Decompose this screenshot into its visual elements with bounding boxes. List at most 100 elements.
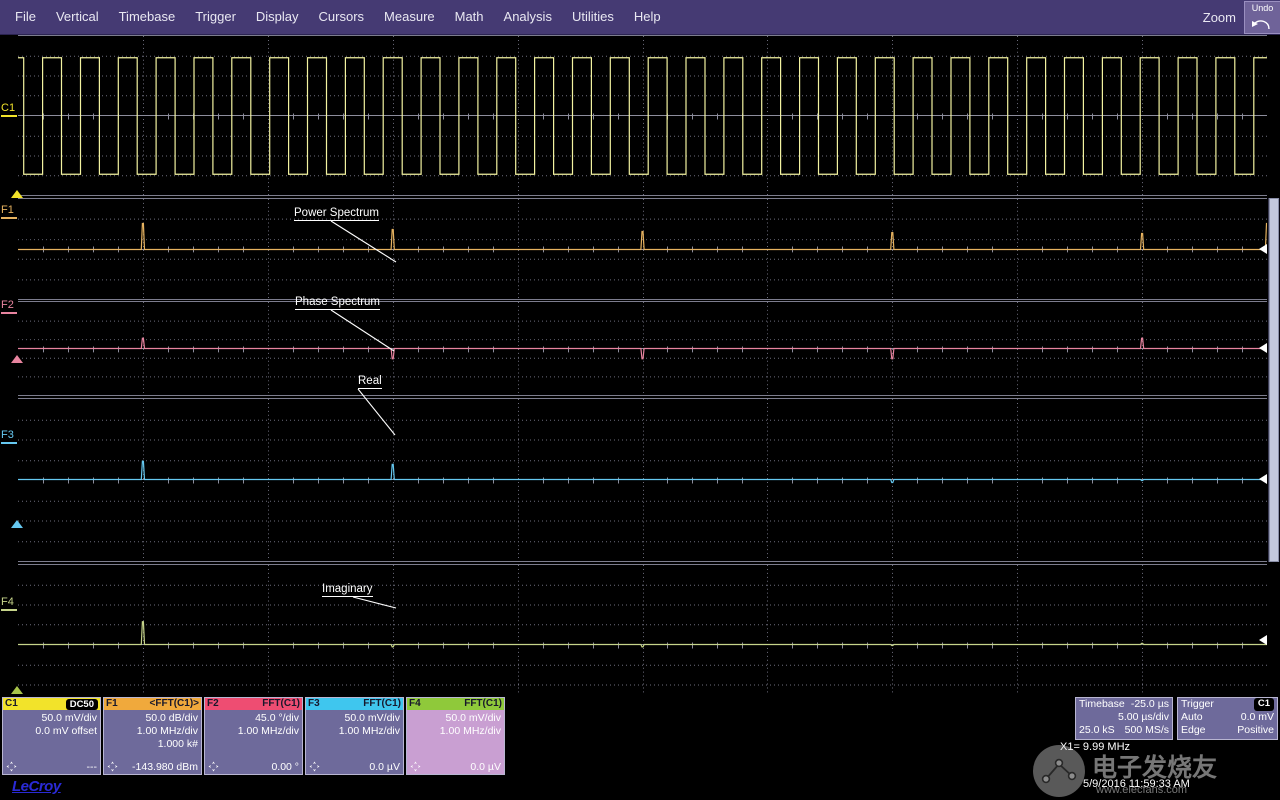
- trigger-row-mode: Auto 0.0 mV: [1178, 711, 1277, 724]
- annotation-real-text: Real: [358, 375, 382, 389]
- descriptor-f1[interactable]: F1 <FFT(C1)> 50.0 dB/div 1.00 MHz/div 1.…: [103, 697, 202, 775]
- leader-line-imaginary: [352, 596, 400, 610]
- waveform-display-area: C1 F1 F2 F3 F4: [0, 35, 1280, 695]
- timebase-panel[interactable]: Timebase -25.0 µs 5.00 µs/div 25.0 kS 50…: [1075, 697, 1173, 740]
- trigger-row-title: Trigger C1: [1178, 698, 1277, 711]
- descriptor-f1-line2: 1.00 MHz/div: [107, 725, 198, 738]
- ground-marker-f3[interactable]: [11, 520, 23, 528]
- lecroy-logo: LeCroy: [12, 778, 61, 795]
- grid-f2[interactable]: [18, 301, 1267, 396]
- trigger-mode: Auto: [1181, 711, 1203, 724]
- descriptor-f3-body: 50.0 mV/div 1.00 MHz/div: [306, 710, 403, 738]
- trigger-type: Edge: [1181, 724, 1206, 737]
- timebase-row-scale: 5.00 µs/div: [1076, 711, 1172, 724]
- level-arrow-f4[interactable]: [1259, 635, 1267, 645]
- descriptor-f4-function: FFT(C1): [464, 699, 502, 709]
- trigger-title: Trigger: [1181, 698, 1214, 711]
- menu-item-analysis[interactable]: Analysis: [495, 5, 561, 29]
- trigger-panel[interactable]: Trigger C1 Auto 0.0 mV Edge Positive: [1177, 697, 1278, 740]
- waveform-f2: [18, 302, 1267, 395]
- move-cross-icon[interactable]: [410, 761, 421, 772]
- move-cross-icon[interactable]: [309, 761, 320, 772]
- timebase-row-delay: Timebase -25.0 µs: [1076, 698, 1172, 711]
- menu-item-math[interactable]: Math: [446, 5, 493, 29]
- move-cross-icon[interactable]: [208, 761, 219, 772]
- channel-marker-c1-label: C1: [1, 103, 17, 114]
- descriptor-f2-value: 0.00 °: [271, 761, 299, 773]
- waveform-f1: [18, 199, 1267, 299]
- descriptor-f2-line1: 45.0 °/div: [208, 712, 299, 725]
- menu-item-measure[interactable]: Measure: [375, 5, 444, 29]
- trigger-level: 0.0 mV: [1241, 711, 1274, 724]
- waveform-f3: [18, 399, 1267, 561]
- channel-marker-f1[interactable]: F1: [1, 205, 17, 219]
- descriptor-c1-body: 50.0 mV/div 0.0 mV offset: [3, 710, 100, 738]
- level-arrow-f3[interactable]: [1259, 474, 1267, 484]
- ground-marker-c1[interactable]: [11, 190, 23, 198]
- descriptor-f1-body: 50.0 dB/div 1.00 MHz/div 1.000 k#: [104, 710, 201, 751]
- ground-marker-f4[interactable]: [11, 686, 23, 694]
- menu-item-vertical[interactable]: Vertical: [47, 5, 108, 29]
- waveform-c1: [18, 36, 1267, 195]
- descriptor-f1-name: F1: [106, 699, 118, 709]
- menu-item-cursors[interactable]: Cursors: [310, 5, 374, 29]
- undo-arrow-icon: [1249, 16, 1275, 32]
- descriptor-c1-value: ---: [87, 761, 98, 773]
- descriptor-c1-coupling-badge[interactable]: DC50: [66, 699, 98, 710]
- menu-item-file[interactable]: File: [6, 5, 45, 29]
- channel-marker-c1[interactable]: C1: [1, 103, 17, 117]
- channel-marker-f2-bar: [1, 312, 17, 314]
- undo-button[interactable]: Undo: [1244, 1, 1280, 34]
- descriptor-f3-value: 0.0 µV: [369, 761, 400, 773]
- descriptor-f3-name: F3: [308, 699, 320, 709]
- menu-bar-right: Zoom Undo: [1203, 0, 1280, 35]
- zoom-label[interactable]: Zoom: [1203, 10, 1244, 25]
- scrollbar-thumb[interactable]: [1269, 198, 1279, 562]
- menu-item-help[interactable]: Help: [625, 5, 670, 29]
- trigger-source-badge[interactable]: C1: [1254, 698, 1274, 711]
- scrollbar-track[interactable]: [1268, 198, 1280, 562]
- descriptor-c1-line2: 0.0 mV offset: [6, 725, 97, 738]
- descriptor-f2[interactable]: F2 FFT(C1) 45.0 °/div 1.00 MHz/div 0.00 …: [204, 697, 303, 775]
- descriptor-f1-footer: -143.980 dBm: [104, 759, 201, 774]
- descriptor-f4-footer: 0.0 µV: [407, 759, 504, 774]
- annotation-phase-spectrum: Phase Spectrum: [295, 296, 380, 309]
- channel-marker-f3[interactable]: F3: [1, 430, 17, 444]
- annotation-power-spectrum: Power Spectrum: [294, 207, 379, 220]
- grid-c1[interactable]: [18, 35, 1267, 196]
- timestamp: 5/9/2016 11:59:33 AM: [1083, 778, 1190, 790]
- level-arrow-f1[interactable]: [1259, 244, 1267, 254]
- grid-f1[interactable]: [18, 198, 1267, 300]
- channel-marker-f2[interactable]: F2: [1, 300, 17, 314]
- descriptor-f4[interactable]: F4 FFT(C1) 50.0 mV/div 1.00 MHz/div 0.0 …: [406, 697, 505, 775]
- undo-button-label: Undo: [1252, 3, 1274, 13]
- timebase-row-sampling: 25.0 kS 500 MS/s: [1076, 724, 1172, 737]
- menu-item-timebase[interactable]: Timebase: [110, 5, 185, 29]
- descriptor-f2-function: FFT(C1): [262, 699, 300, 709]
- channel-marker-f4[interactable]: F4: [1, 597, 17, 611]
- status-bar: C1 DC50 50.0 mV/div 0.0 mV offset --- F1…: [0, 695, 1280, 800]
- annotation-power-spectrum-text: Power Spectrum: [294, 207, 379, 221]
- descriptor-c1-line1: 50.0 mV/div: [6, 712, 97, 725]
- descriptor-f3-footer: 0.0 µV: [306, 759, 403, 774]
- timebase-rate: 500 MS/s: [1125, 724, 1169, 737]
- move-cross-icon[interactable]: [107, 761, 118, 772]
- menu-item-trigger[interactable]: Trigger: [186, 5, 245, 29]
- descriptor-f1-header: F1 <FFT(C1)>: [104, 698, 201, 710]
- descriptor-f2-body: 45.0 °/div 1.00 MHz/div: [205, 710, 302, 738]
- menu-item-display[interactable]: Display: [247, 5, 308, 29]
- annotation-real: Real: [358, 375, 382, 388]
- leader-line-real: [357, 388, 399, 438]
- descriptor-c1[interactable]: C1 DC50 50.0 mV/div 0.0 mV offset ---: [2, 697, 101, 775]
- ground-marker-f2[interactable]: [11, 355, 23, 363]
- descriptor-f3[interactable]: F3 FFT(C1) 50.0 mV/div 1.00 MHz/div 0.0 …: [305, 697, 404, 775]
- menu-item-utilities[interactable]: Utilities: [563, 5, 623, 29]
- descriptor-f1-value: -143.980 dBm: [132, 761, 198, 773]
- descriptor-f1-line1: 50.0 dB/div: [107, 712, 198, 725]
- grid-f3[interactable]: [18, 398, 1267, 562]
- level-arrow-f2[interactable]: [1259, 343, 1267, 353]
- descriptor-c1-header: C1 DC50: [3, 698, 100, 710]
- descriptor-f2-name: F2: [207, 699, 219, 709]
- descriptor-f1-line3: 1.000 k#: [107, 738, 198, 751]
- move-cross-icon[interactable]: [6, 761, 17, 772]
